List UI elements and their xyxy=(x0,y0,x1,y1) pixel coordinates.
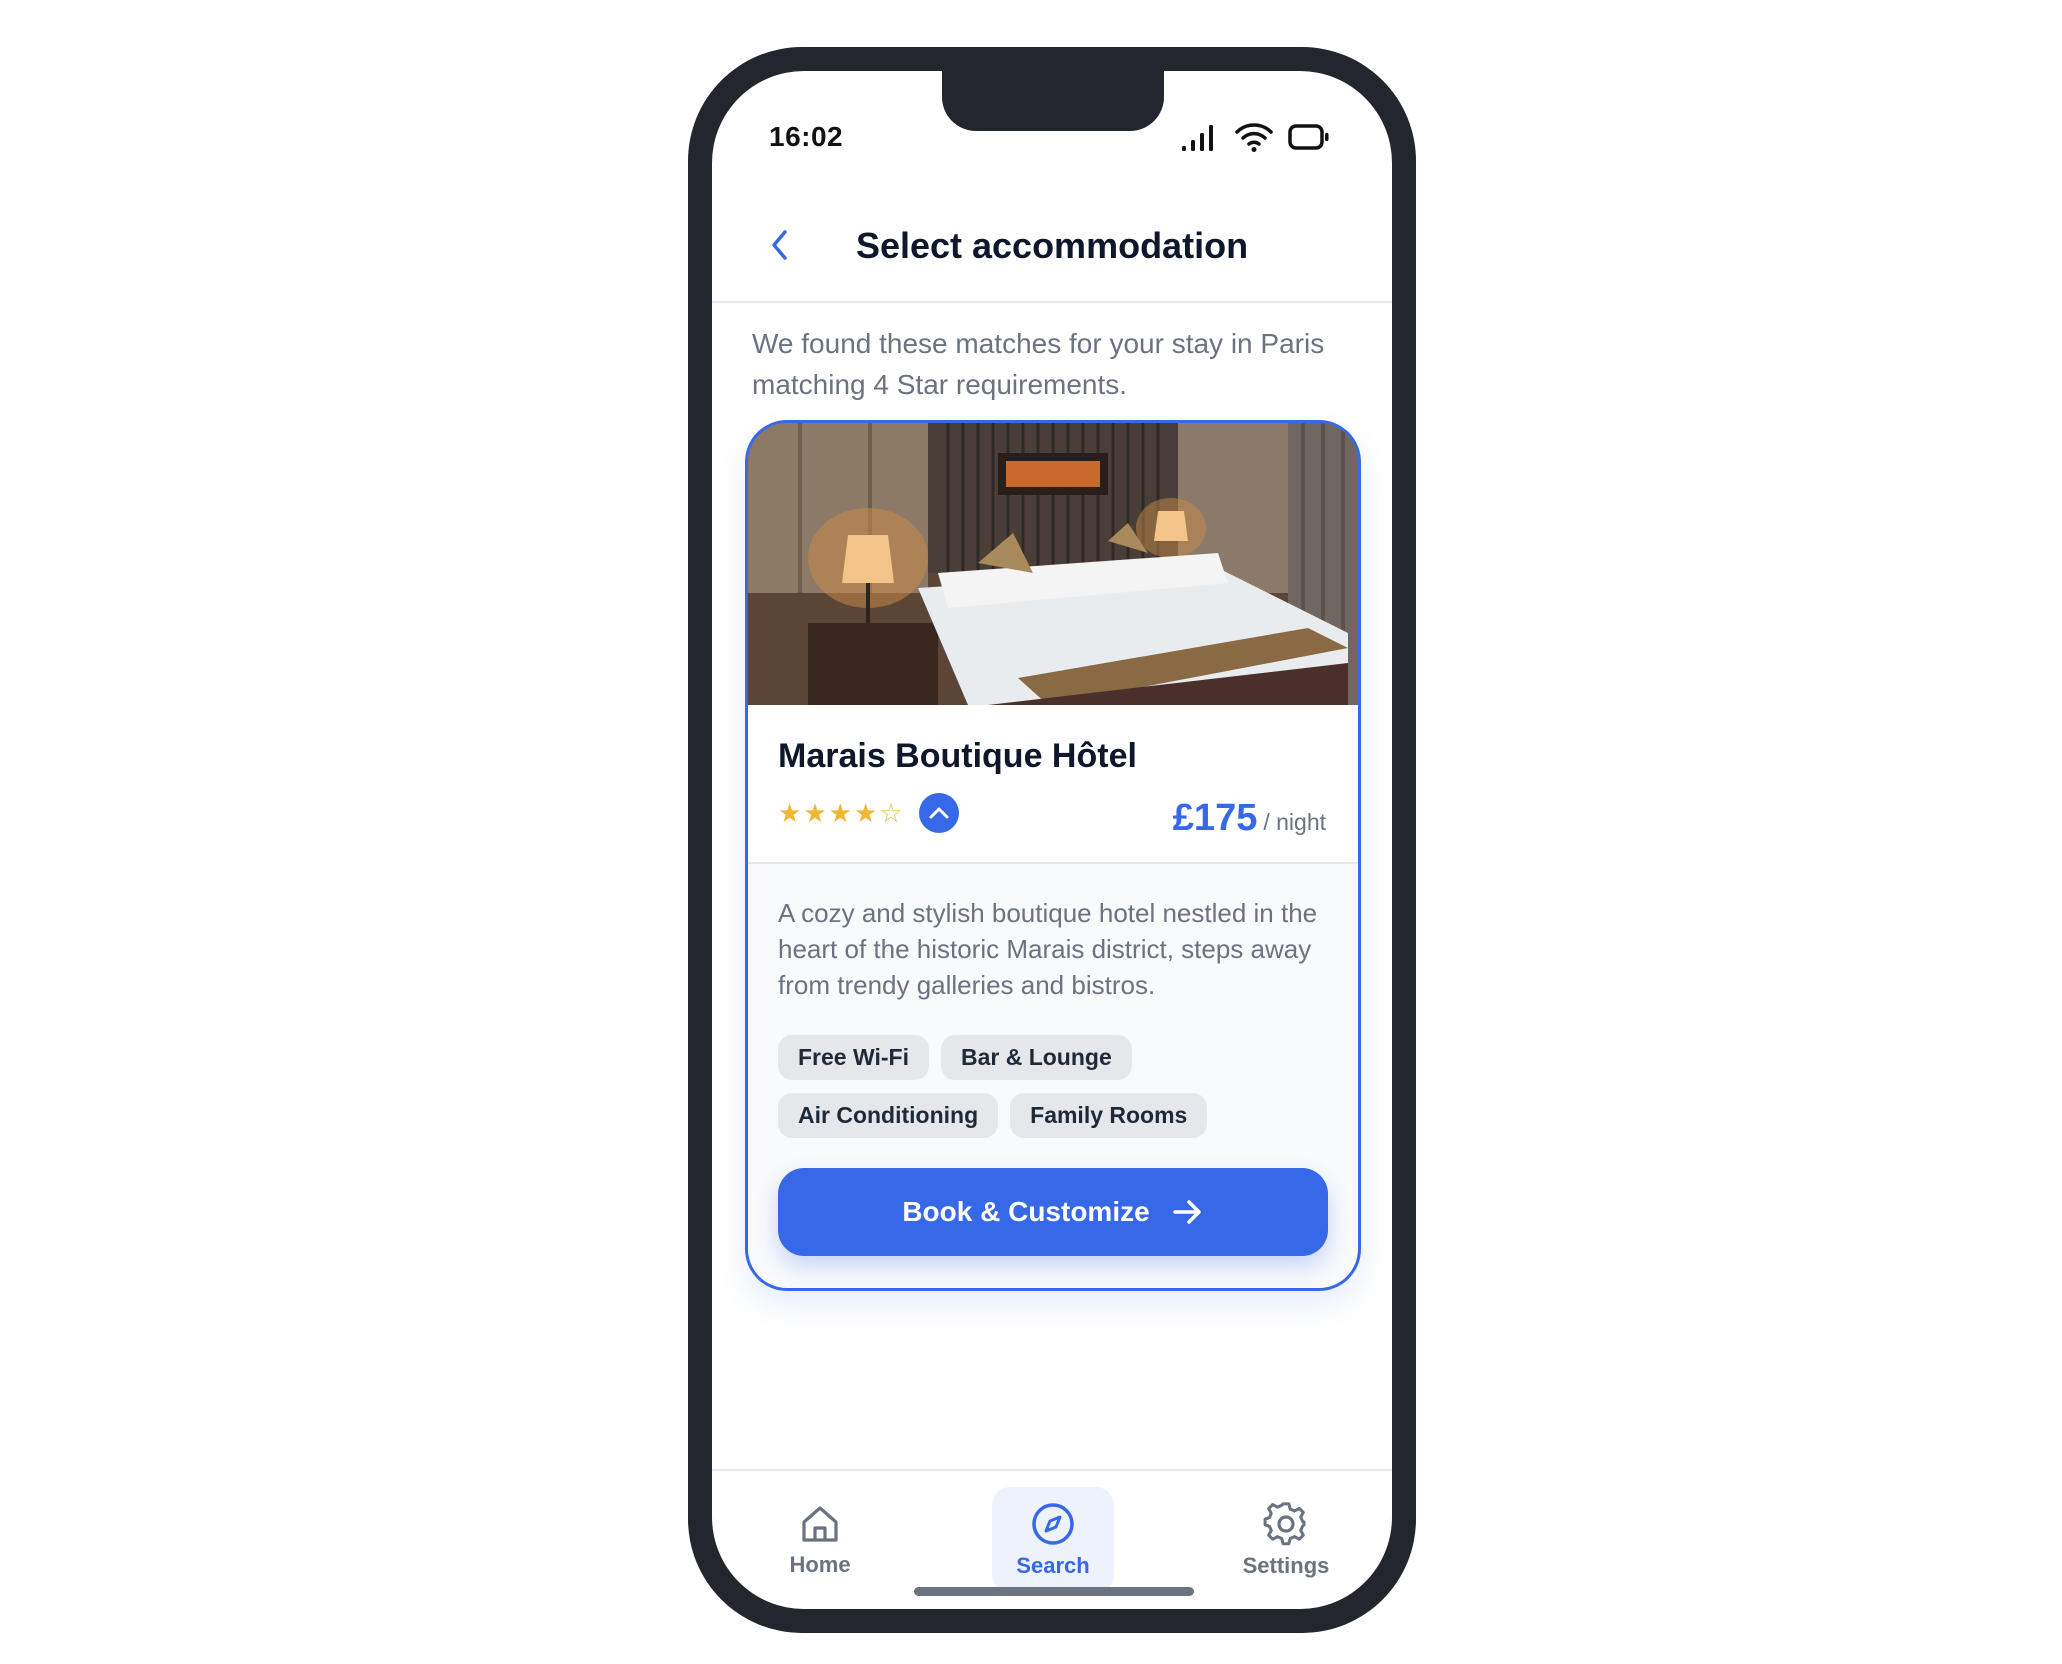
star-filled-icon: ★ xyxy=(803,798,827,828)
wifi-icon xyxy=(1235,123,1273,152)
phone-screen: 16:02 Select accommodation We found thes… xyxy=(712,71,1392,1609)
nav-settings-label: Settings xyxy=(1242,1553,1330,1578)
hotel-summary: Marais Boutique Hôtel ★ ★ ★ ★ ☆ £175 / n… xyxy=(748,705,1358,864)
nav-home[interactable]: Home xyxy=(759,1487,881,1593)
price: £175 / night xyxy=(1173,797,1326,840)
app-header: Select accommodation xyxy=(712,211,1392,303)
star-empty-icon: ☆ xyxy=(879,798,903,828)
nav-search[interactable]: Search xyxy=(992,1487,1114,1593)
nav-settings[interactable]: Settings xyxy=(1225,1487,1347,1593)
amenity-tags: Free Wi-Fi Bar & Lounge Air Conditioning… xyxy=(778,1035,1330,1138)
rating-row: ★ ★ ★ ★ ☆ xyxy=(778,793,959,833)
star-filled-icon: ★ xyxy=(853,798,878,828)
amenity-tag: Air Conditioning xyxy=(778,1093,999,1138)
status-time: 16:02 xyxy=(769,121,844,152)
arrow-right-icon xyxy=(1172,1200,1201,1224)
hotel-photo xyxy=(748,423,1358,705)
results-intro: We found these matches for your stay in … xyxy=(752,328,1325,400)
hotel-name: Marais Boutique Hôtel xyxy=(778,737,1137,775)
battery-icon xyxy=(1288,124,1329,150)
hotel-card[interactable]: Marais Boutique Hôtel ★ ★ ★ ★ ☆ £175 / n… xyxy=(745,420,1361,1291)
notch xyxy=(942,71,1164,131)
amenity-tag: Family Rooms xyxy=(1010,1093,1208,1138)
nav-search-label: Search xyxy=(1016,1553,1090,1578)
signal-icon xyxy=(1182,125,1213,151)
price-amount: £175 xyxy=(1172,797,1258,839)
phone-frame: 16:02 Select accommodation We found thes… xyxy=(688,47,1416,1633)
star-filled-icon: ★ xyxy=(778,798,802,828)
hotel-description: A cozy and stylish boutique hotel nestle… xyxy=(778,898,1318,1000)
home-indicator xyxy=(914,1587,1194,1596)
collapse-details-button[interactable] xyxy=(918,793,959,833)
star-rating: ★ ★ ★ ★ ☆ xyxy=(778,800,903,826)
compass-icon xyxy=(1032,1503,1074,1545)
price-unit: / night xyxy=(1263,809,1326,835)
page-title: Select accommodation xyxy=(855,225,1249,266)
amenity-tag: Free Wi-Fi xyxy=(778,1035,929,1080)
stage: 16:02 Select accommodation We found thes… xyxy=(0,0,2062,1664)
gear-icon xyxy=(1263,1502,1306,1546)
amenity-tag: Bar & Lounge xyxy=(940,1035,1132,1080)
star-filled-icon: ★ xyxy=(828,798,852,828)
home-icon xyxy=(802,1506,838,1542)
chevron-up-icon xyxy=(929,807,949,819)
book-customize-button[interactable]: Book & Customize xyxy=(778,1168,1328,1256)
status-icons xyxy=(1180,121,1330,153)
nav-home-label: Home xyxy=(789,1552,851,1577)
book-button-label: Book & Customize xyxy=(902,1196,1150,1227)
